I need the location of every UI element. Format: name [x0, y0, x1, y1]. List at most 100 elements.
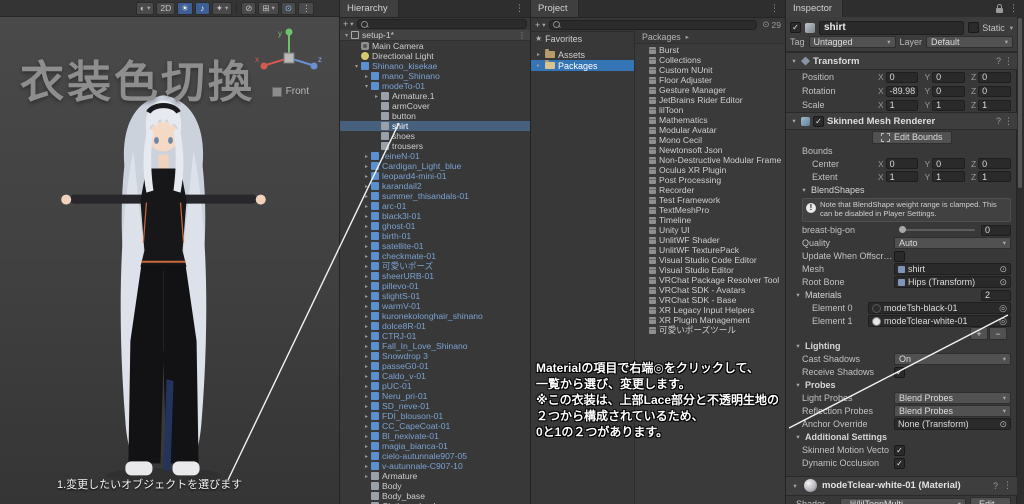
extent-z-field[interactable]: 1: [978, 171, 1011, 182]
2d-toggle[interactable]: 2D: [156, 1, 176, 15]
package-item-Test Framework[interactable]: Test Framework: [635, 195, 785, 205]
additional-settings-foldout[interactable]: ▾ Additional Settings: [786, 431, 1017, 444]
package-item-Burst[interactable]: Burst: [635, 45, 785, 55]
foldout-arrow-icon[interactable]: ▸: [362, 193, 371, 200]
hierarchy-item-black3l-01[interactable]: ▸ black3l-01: [340, 211, 530, 221]
tag-dropdown[interactable]: Untagged ▾: [808, 36, 896, 48]
hierarchy-item-Shinano_kisekae[interactable]: ▾ Shinano_kisekae: [340, 61, 530, 71]
scale-x-field[interactable]: 1: [885, 99, 919, 111]
package-item-Oculus XR Plugin[interactable]: Oculus XR Plugin: [635, 165, 785, 175]
hidden-objects-toggle-icon[interactable]: ⊘: [241, 1, 257, 15]
package-item-Non-Destructive Modular Frame[interactable]: Non-Destructive Modular Frame: [635, 155, 785, 165]
package-item-Post Processing[interactable]: Post Processing: [635, 175, 785, 185]
object-picker-icon[interactable]: ⊙: [999, 264, 1007, 275]
foldout-arrow-icon[interactable]: ▸: [362, 413, 371, 420]
orientation-gizmo[interactable]: y x z: [253, 24, 325, 84]
tab-hierarchy[interactable]: Hierarchy: [340, 0, 399, 17]
package-item-Unity UI[interactable]: Unity UI: [635, 225, 785, 235]
cast-shadows-dropdown[interactable]: On ▾: [894, 353, 1011, 366]
package-item-Newtonsoft Json[interactable]: Newtonsoft Json: [635, 145, 785, 155]
foldout-arrow-icon[interactable]: ▸: [362, 463, 371, 470]
foldout-arrow-icon[interactable]: ▸: [372, 93, 381, 100]
static-checkbox[interactable]: [968, 22, 980, 33]
foldout-arrow-icon[interactable]: ▸: [362, 203, 371, 210]
scene-options-icon[interactable]: ⋮: [518, 31, 530, 40]
hierarchy-item-Snowdrop 3[interactable]: ▸ Snowdrop 3: [340, 351, 530, 361]
foldout-arrow-icon[interactable]: ▸: [362, 473, 371, 480]
foldout-arrow-icon[interactable]: ▸: [362, 293, 371, 300]
package-item-Floor Adjuster[interactable]: Floor Adjuster: [635, 75, 785, 85]
help-icon[interactable]: ?: [993, 481, 998, 491]
hierarchy-item-Directional Light[interactable]: Directional Light: [340, 51, 530, 61]
package-item-Visual Studio Code Editor[interactable]: Visual Studio Code Editor: [635, 255, 785, 265]
foldout-arrow-icon[interactable]: ▸: [362, 273, 371, 280]
center-y-field[interactable]: 0: [932, 158, 965, 169]
hierarchy-item-birth-01[interactable]: ▸ birth-01: [340, 231, 530, 241]
effects-dropdown-icon[interactable]: ✦ ▾: [211, 1, 233, 15]
shader-edit-button[interactable]: Edit...: [969, 497, 1011, 504]
dynamic-occlusion-checkbox[interactable]: [894, 457, 905, 469]
shader-dropdown[interactable]: _lil/lilToonMulti▾: [840, 497, 966, 504]
quality-dropdown[interactable]: Auto ▾: [894, 237, 1011, 250]
foldout-arrow-icon[interactable]: ▾: [342, 32, 351, 39]
tab-inspector[interactable]: Inspector: [786, 0, 844, 17]
component-menu-icon[interactable]: ⋮: [1004, 56, 1013, 67]
hierarchy-item-Main Camera[interactable]: Main Camera: [340, 41, 530, 51]
foldout-arrow-icon[interactable]: ▾: [794, 381, 802, 389]
foldout-arrow-icon[interactable]: ▸: [362, 403, 371, 410]
hierarchy-item-trousers[interactable]: trousers: [340, 141, 530, 151]
foldout-arrow-icon[interactable]: ▸: [362, 353, 371, 360]
object-name-field[interactable]: shirt: [819, 20, 965, 35]
position-x-field[interactable]: 0: [885, 71, 919, 83]
anchor-override-field[interactable]: None (Transform) ⊙: [894, 418, 1011, 431]
element-0-object-field[interactable]: modeTsh-black-01 ◎: [868, 302, 1011, 315]
hierarchy-item-magia_bianca-01[interactable]: ▸ magia_bianca-01: [340, 441, 530, 451]
hierarchy-item-mano_Shinano[interactable]: ▸ mano_Shinano: [340, 71, 530, 81]
panel-menu-icon[interactable]: ⋮: [770, 3, 779, 14]
component-menu-icon[interactable]: ⋮: [1003, 480, 1012, 491]
hierarchy-item-FDI_blouson-01[interactable]: ▸ FDI_blouson-01: [340, 411, 530, 421]
light-probes-dropdown[interactable]: Blend Probes ▾: [894, 392, 1011, 405]
package-item-Visual Studio Editor[interactable]: Visual Studio Editor: [635, 265, 785, 275]
hierarchy-search-input[interactable]: [356, 19, 527, 29]
package-item-Timeline[interactable]: Timeline: [635, 215, 785, 225]
package-item-Gesture Manager[interactable]: Gesture Manager: [635, 85, 785, 95]
hierarchy-item-Body_base[interactable]: Body_base: [340, 491, 530, 501]
remove-material-button[interactable]: −: [989, 327, 1007, 341]
folder-packages[interactable]: ▸ Packages: [531, 60, 634, 71]
hierarchy-item-armCover[interactable]: armCover: [340, 101, 530, 111]
foldout-arrow-icon[interactable]: ▾: [352, 63, 361, 70]
package-item-TextMeshPro[interactable]: TextMeshPro: [635, 205, 785, 215]
foldout-arrow-icon[interactable]: ▾: [362, 83, 371, 90]
extent-y-field[interactable]: 1: [932, 171, 965, 182]
foldout-arrow-icon[interactable]: ▸: [362, 223, 371, 230]
foldout-arrow-icon[interactable]: ▸: [535, 62, 542, 69]
foldout-arrow-icon[interactable]: ▸: [362, 363, 371, 370]
reflection-probes-dropdown[interactable]: Blend Probes ▾: [894, 405, 1011, 418]
draw-mode-dropdown[interactable]: ◐ ▾: [136, 1, 155, 15]
probes-foldout[interactable]: ▾ Probes: [786, 379, 1017, 392]
favorites-item[interactable]: ★ Favorites: [531, 33, 634, 44]
hierarchy-item-checkmate-01[interactable]: ▸ checkmate-01: [340, 251, 530, 261]
scene-menu-icon[interactable]: ⋮: [297, 1, 315, 15]
package-item-Mono Cecil[interactable]: Mono Cecil: [635, 135, 785, 145]
skinned-motion-vectors-checkbox[interactable]: [894, 444, 905, 456]
hierarchy-item-shoes[interactable]: shoes: [340, 131, 530, 141]
package-item-VRChat Package Resolver Tool[interactable]: VRChat Package Resolver Tool: [635, 275, 785, 285]
package-item-UnlitWF Shader[interactable]: UnlitWF Shader: [635, 235, 785, 245]
folder-assets[interactable]: ▸ Assets: [531, 49, 634, 60]
foldout-arrow-icon[interactable]: ▸: [362, 213, 371, 220]
rotation-z-field[interactable]: 0: [978, 85, 1011, 97]
hierarchy-item-satellite-01[interactable]: ▸ satellite-01: [340, 241, 530, 251]
hierarchy-item-arc-01[interactable]: ▸ arc-01: [340, 201, 530, 211]
hierarchy-item-pillevo-01[interactable]: ▸ pillevo-01: [340, 281, 530, 291]
grid-dropdown-icon[interactable]: ⊞ ▾: [258, 1, 279, 15]
rotation-x-field[interactable]: -89.98: [885, 85, 919, 97]
foldout-arrow-icon[interactable]: ▸: [362, 453, 371, 460]
foldout-arrow-icon[interactable]: ▸: [362, 343, 371, 350]
foldout-arrow-icon[interactable]: ▸: [362, 333, 371, 340]
foldout-arrow-icon[interactable]: ▾: [794, 291, 802, 299]
foldout-arrow-icon[interactable]: ▸: [362, 433, 371, 440]
element-1-object-picker[interactable]: ◎: [999, 316, 1007, 327]
hierarchy-item-Fall_In_Love_Shinano[interactable]: ▸ Fall_In_Love_Shinano: [340, 341, 530, 351]
